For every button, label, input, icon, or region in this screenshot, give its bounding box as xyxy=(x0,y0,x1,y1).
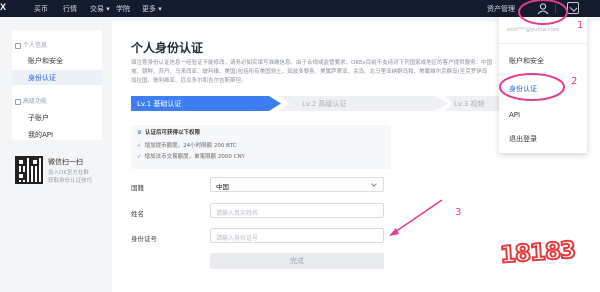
download-icon[interactable] xyxy=(567,2,579,14)
sidebar-item-account-security[interactable]: 账户和安全 xyxy=(28,56,63,66)
check-icon: ✓ xyxy=(137,154,142,160)
dropdown-item-account-security[interactable]: 账户和安全 xyxy=(509,56,544,66)
annotation-number: 1 xyxy=(577,20,584,31)
sidebar-item-subaccount[interactable]: 子账户 xyxy=(28,113,49,123)
annotation-number: 2 xyxy=(571,76,578,87)
permission-item: ✓ 增加法币交易额度，单笔限额 2000 CNY xyxy=(137,154,245,160)
id-number-label: 身份证号 xyxy=(131,235,157,243)
country-value: 中国 xyxy=(216,183,229,191)
watermark-logo: 18183 xyxy=(498,236,577,269)
page-title: 个人身份认证 xyxy=(131,41,204,55)
notice-line: 加拉国、玻利维亚、厄瓜多尔和吉尔吉斯斯坦。 xyxy=(131,78,247,84)
sidebar-item-my-api[interactable]: 我的API xyxy=(28,130,53,140)
name-label: 姓名 xyxy=(131,210,144,218)
dropdown-divider xyxy=(499,43,587,44)
notice-line: 坡、朝鲜、苏丹、马来西亚、玻利维、美国(包括所有美国领土，如波多黎各、美属萨摩亚… xyxy=(131,69,488,75)
wechat-scan-title: 微信扫一扫 xyxy=(48,158,83,166)
sidebar-group-advanced: 高级功能 xyxy=(15,96,47,105)
user-email: ooo***@yuhia.com xyxy=(507,27,560,33)
dropdown-item-api[interactable]: API xyxy=(509,111,520,119)
profile-icon xyxy=(15,42,21,49)
qr-corner xyxy=(17,172,25,180)
permissions-title: ♛ 认证后可获得以下权限 xyxy=(137,130,200,136)
nav-trade[interactable]: 交易 ▾ xyxy=(90,4,110,14)
nav-asset-management[interactable]: 资产管理 xyxy=(487,4,515,14)
submit-button-label: 完成 xyxy=(290,257,304,265)
permission-item: ✓ 增加提币额度，24小时限额 200 BTC xyxy=(137,143,237,149)
dropdown-item-identity[interactable]: 身份认证 xyxy=(509,84,537,94)
nav-buy-crypto[interactable]: 买币 xyxy=(34,4,48,14)
qr-corner xyxy=(31,158,39,166)
step-lv1-label: Lv.1 基础认证 xyxy=(137,100,182,108)
nav-markets[interactable]: 行情 xyxy=(63,4,77,14)
annotation-number: 3 xyxy=(455,207,462,218)
dropdown-item-logout[interactable]: 退出登录 xyxy=(509,134,537,144)
notice-line: 填注意身份认证信息一经验证不能修改，请务必如实填写准确信息。由于合规或监管要求，… xyxy=(131,60,493,66)
user-icon[interactable] xyxy=(536,2,550,15)
nav-divider xyxy=(555,4,556,13)
wechat-desc-line: 获取身份认证技巧 xyxy=(48,178,93,184)
advanced-icon xyxy=(15,98,21,105)
country-label: 国籍 xyxy=(131,184,144,192)
check-icon: ✓ xyxy=(137,143,142,149)
nav-more[interactable]: 更多 ▾ xyxy=(142,4,162,14)
logo[interactable]: X xyxy=(0,2,6,12)
sidebar-item-identity[interactable]: 身份认证 xyxy=(28,73,56,83)
id-number-placeholder: 请输入身份证号 xyxy=(216,235,259,242)
step-lv3-label: Lv.3 视频 xyxy=(454,100,485,108)
nav-academy[interactable]: 学院 xyxy=(116,4,130,14)
sidebar-item-active-bg xyxy=(12,70,102,85)
qr-code xyxy=(15,156,43,184)
wechat-desc-line: 加入OK官方社群 xyxy=(48,170,89,176)
step-lv2-label: Lv.2 高级认证 xyxy=(302,100,347,108)
crown-icon: ♛ xyxy=(137,130,142,136)
name-placeholder: 请输入真实姓名 xyxy=(216,210,259,217)
country-select[interactable] xyxy=(210,177,384,192)
sidebar-group-personal: 个人信息 xyxy=(15,40,47,49)
qr-corner xyxy=(17,158,25,166)
